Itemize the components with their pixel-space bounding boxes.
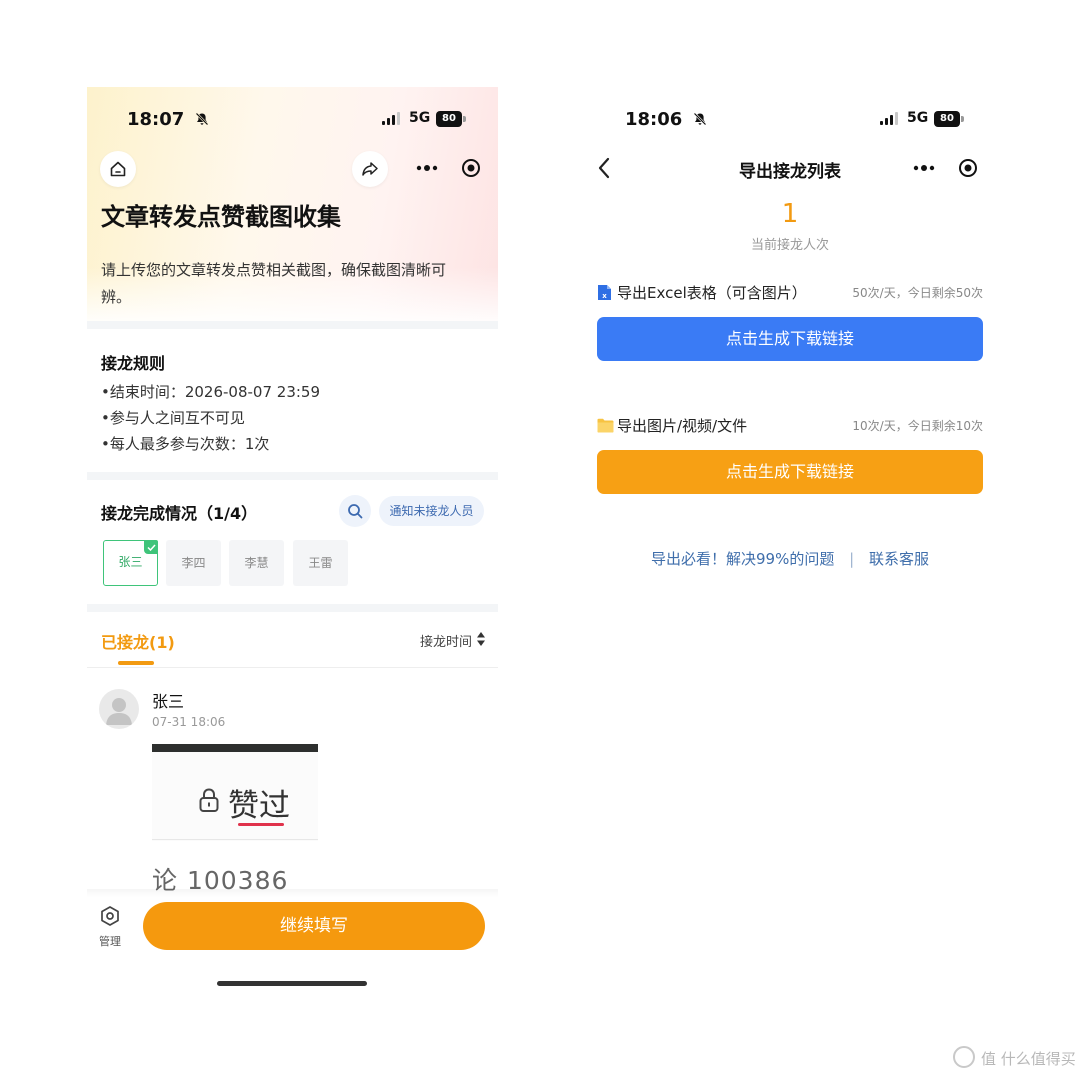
tab-underline [118,661,154,665]
section-divider [87,321,498,329]
target-icon [959,159,977,177]
more-dots-icon [913,165,935,171]
mini-program-capsule [902,151,990,185]
check-icon [146,543,156,551]
avatar-icon [106,698,132,725]
generate-excel-link-button[interactable]: 点击生成下载链接 [597,317,983,361]
page-title: 文章转发点赞截图收集 [101,203,341,231]
status-bar: 18:07 5G 80 [87,87,498,153]
member-chip-lisi[interactable]: 李四 [166,540,221,586]
svg-text:x: x [602,292,607,300]
battery-indicator: 80 [436,111,466,127]
section-divider [87,472,498,480]
share-icon [362,162,378,176]
check-badge [144,540,158,554]
screenshot-body: 赞过 [152,752,318,841]
bell-mute-icon [195,112,208,126]
status-time-text: 18:07 [127,109,185,130]
avatar [99,689,139,729]
status-time: 18:06 [625,109,707,130]
status-time-text: 18:06 [625,109,683,130]
export-excel-quota: 50次/天，今日剩余50次 [852,286,983,300]
search-icon [348,504,363,519]
section-divider [87,604,498,612]
participant-count-label: 当前接龙人次 [750,238,829,253]
notify-unjoined-button[interactable]: 通知未接龙人员 [379,496,484,526]
rule-end-time: •结束时间：2026-08-07 23:59 [101,383,321,401]
export-excel-label: 导出Excel表格（可含图片） [617,284,807,302]
share-button[interactable] [352,151,388,187]
member-name: 王雷 [308,556,333,570]
excel-icon: x [598,285,611,300]
hexagon-gear-icon [101,906,119,926]
footer-separator: | [849,550,855,568]
manage-button[interactable]: 管理 [95,905,125,949]
sort-by-time[interactable]: 接龙时间 [420,631,472,650]
left-screen: 18:07 5G 80 文章转发点赞截图收集 请上传您的文章转发点赞相关截图，确… [87,87,498,997]
screenshot-divider [152,839,318,840]
home-icon [110,161,126,177]
member-name: 李慧 [244,556,269,570]
entry-name: 张三 [152,692,185,711]
battery-tip [961,116,964,122]
more-button[interactable] [405,151,449,185]
entry-time: 07-31 18:06 [152,715,226,729]
home-indicator [217,981,367,986]
manage-label: 管理 [99,935,121,948]
search-button[interactable] [339,495,371,527]
status-bar: 18:06 5G 80 [585,87,995,153]
watermark-text: 值 什么值得买 [981,1050,1076,1068]
member-chip-wanglei[interactable]: 王雷 [293,540,348,586]
close-miniprogram-button[interactable] [946,151,990,185]
mini-program-capsule [405,151,493,185]
export-files-label: 导出图片/视频/文件 [617,417,748,435]
screenshot-liked-text: 赞过 [228,788,290,824]
tab-joined[interactable]: 已接龙(1) [101,629,175,653]
target-icon [462,159,480,177]
battery-tip [463,116,466,122]
status-time: 18:07 [127,109,209,130]
member-name: 李四 [181,556,206,570]
bell-mute-icon [693,112,706,126]
battery-indicator: 80 [934,111,964,127]
watermark-logo [953,1046,975,1068]
screenshot-red-underline [238,823,284,826]
member-chip-zhangsan[interactable]: 张三 [103,540,158,586]
contact-support-link[interactable]: 联系客服 [869,550,929,568]
rule-visibility: •参与人之间互不可见 [101,409,245,427]
continue-fill-button[interactable]: 继续填写 [143,902,485,950]
right-screen: 18:06 5G 80 导出接龙列表 1 当前接龙人次 x 导出Excel表格（… [585,87,995,607]
export-files-quota: 10次/天，今日剩余10次 [852,419,983,433]
network-label: 5G [409,110,431,126]
page-description: 请上传您的文章转发点赞相关截图，确保截图清晰可辨。 [101,261,447,306]
battery-level: 80 [436,111,462,127]
member-name: 张三 [118,555,143,569]
folder-icon [597,418,614,433]
more-dots-icon [416,165,438,171]
rules-heading: 接龙规则 [101,354,166,373]
signal-icon [382,112,400,125]
footer-links: 导出必看！解决99%的问题 | 联系客服 [585,548,995,569]
network-label: 5G [907,110,929,126]
export-excel-row: x 导出Excel表格（可含图片） 50次/天，今日剩余50次 [597,280,983,304]
uploaded-screenshot[interactable]: 赞过 [152,744,318,841]
export-files-row: 导出图片/视频/文件 10次/天，今日剩余10次 [597,413,983,437]
battery-level: 80 [934,111,960,127]
tab-divider [87,667,498,668]
progress-heading: 接龙完成情况（1/4） [101,504,258,523]
signal-icon [880,112,898,125]
export-help-link[interactable]: 导出必看！解决99%的问题 [651,550,834,568]
close-miniprogram-button[interactable] [449,151,493,185]
member-chip-lihui[interactable]: 李慧 [229,540,284,586]
bottom-bar-shadow [87,889,498,897]
rule-max-times: •每人最多参与次数：1次 [101,435,270,453]
more-button[interactable] [902,151,946,185]
participant-count: 1 [781,199,799,229]
home-button[interactable] [100,151,136,187]
generate-files-link-button[interactable]: 点击生成下载链接 [597,450,983,494]
sort-icon[interactable] [476,630,486,648]
lock-icon [199,788,219,812]
